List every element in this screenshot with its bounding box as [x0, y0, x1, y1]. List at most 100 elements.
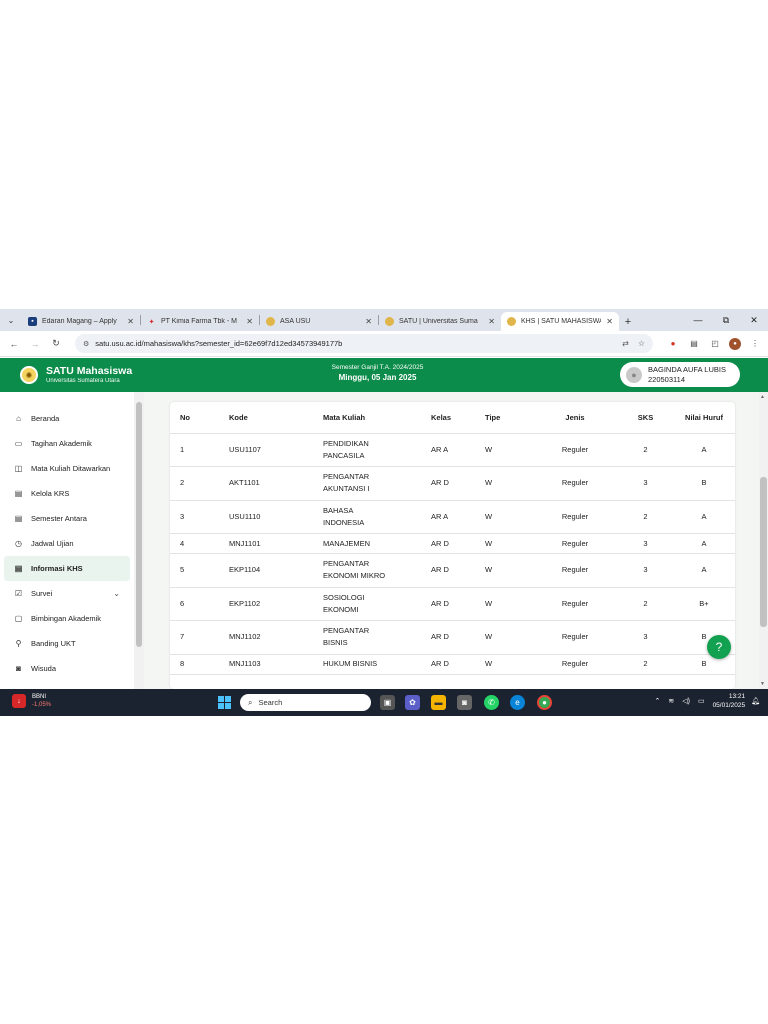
- col-header-sks: SKS: [618, 402, 673, 434]
- cell-kode: MNJ1102: [221, 620, 315, 655]
- sidebar-scrollbar[interactable]: [134, 392, 144, 689]
- cell-sks: 2: [618, 587, 673, 621]
- cell-kelas: AR D: [423, 466, 477, 501]
- page-scrollbar[interactable]: ▲ ▼: [759, 392, 768, 689]
- sidebar-item-wisuda[interactable]: ◙ Wisuda: [0, 656, 130, 681]
- khs-table-body: 1 USU1107 PENDIDIKAN PANCASILA AR A W Reguler 2…: [170, 433, 735, 675]
- extension-icon[interactable]: ●: [666, 337, 680, 351]
- battery-icon[interactable]: ▭: [698, 697, 705, 705]
- cell-kode: USU1110: [221, 500, 315, 534]
- close-tab-icon[interactable]: ✕: [127, 317, 134, 326]
- scroll-down-icon[interactable]: ▼: [760, 681, 765, 687]
- sidebar-item-banding-ukt[interactable]: ⚲ Banding UKT: [0, 631, 130, 656]
- cell-tipe: W: [477, 433, 532, 467]
- browser-tab-4[interactable]: SATU | Universitas Suma ✕: [379, 312, 501, 331]
- browser-tab-1[interactable]: ▪ Edaran Magang – Apply ✕: [22, 312, 140, 331]
- cell-kode: MNJ1101: [221, 533, 315, 554]
- windows-start-icon[interactable]: [218, 696, 231, 709]
- col-header-jenis: Jenis: [532, 402, 618, 434]
- address-bar[interactable]: ⚙ satu.usu.ac.id/mahasiswa/khs?semester_…: [75, 334, 653, 353]
- clock-date: 05/01/2025: [712, 702, 746, 709]
- cell-jenis: Reguler: [532, 587, 618, 621]
- browser-menu-icon[interactable]: ⋮: [748, 337, 762, 351]
- wifi-icon[interactable]: ≋: [668, 697, 674, 705]
- cell-no: 6: [170, 587, 221, 621]
- app-header: ✺ SATU Mahasiswa Universitas Sumatera Ut…: [0, 358, 768, 392]
- copilot-icon[interactable]: ✿: [405, 695, 420, 710]
- minimize-icon[interactable]: —: [684, 309, 712, 331]
- back-arrow-icon[interactable]: ←: [6, 339, 22, 349]
- cell-tipe: W: [477, 654, 532, 675]
- cell-nilai-huruf: B+: [673, 587, 735, 621]
- close-tab-icon[interactable]: ✕: [246, 317, 253, 326]
- current-date: Minggu, 05 Jan 2025: [338, 373, 417, 382]
- reading-list-icon[interactable]: ▤: [687, 337, 701, 351]
- cell-mata-kuliah: PENDIDIKAN PANCASILA: [315, 433, 423, 467]
- new-tab-button[interactable]: +: [619, 312, 637, 331]
- cell-mata-kuliah: PENGANTAR EKONOMI MIKRO: [315, 553, 423, 588]
- browser-tab-2[interactable]: ✦ PT Kimia Farma Tbk - M ✕: [141, 312, 259, 331]
- sidebar-item-beranda[interactable]: ⌂ Beranda: [0, 406, 130, 431]
- main-content: ⌂ Beranda ▭ Tagihan Akademik ◫ Mata Kuliah Di…: [0, 392, 768, 689]
- sidebar-item-kelola-krs[interactable]: ▤ Kelola KRS: [0, 481, 130, 506]
- url-text: satu.usu.ac.id/mahasiswa/khs?semester_id…: [95, 339, 343, 348]
- sidebar-scrollbar-thumb[interactable]: [136, 402, 142, 647]
- course-name-line: PENGANTAR: [323, 626, 370, 636]
- site-info-icon[interactable]: ⚙: [83, 340, 89, 348]
- cell-jenis: Reguler: [532, 533, 618, 554]
- clock[interactable]: 13:21 05/01/2025: [713, 692, 746, 710]
- sidebar-item-informasi-khs[interactable]: ▤ Informasi KHS: [4, 556, 130, 581]
- close-tab-icon[interactable]: ✕: [365, 317, 372, 326]
- home-icon: ⌂: [16, 414, 21, 423]
- course-name-line: BAHASA: [323, 505, 354, 515]
- col-header-kode: Kode: [221, 402, 315, 434]
- window-controls: — ⧉ ✕: [684, 309, 768, 331]
- course-name-line: EKONOMI: [323, 604, 359, 614]
- cell-jenis: Reguler: [532, 553, 618, 588]
- sidebar-item-survei[interactable]: ☑ Survei ⌄: [0, 581, 130, 606]
- cell-nilai-huruf: A: [673, 533, 735, 554]
- user-name: BAGINDA AUFA LUBIS: [648, 364, 726, 374]
- taskbar-search[interactable]: ⌕ Search: [240, 694, 371, 711]
- task-view-icon[interactable]: ▣: [380, 695, 395, 710]
- table-row: 6 EKP1102 SOSIOLOGI EKONOMI AR D W Reguler 2 B+: [170, 587, 735, 621]
- table-header-row: No Kode Mata Kuliah Kelas Tipe Jenis SKS…: [170, 402, 735, 434]
- page-scrollbar-thumb[interactable]: [760, 477, 767, 627]
- file-explorer-icon[interactable]: ▬: [431, 695, 446, 710]
- browser-tab-3[interactable]: ASA USU ✕: [260, 312, 378, 331]
- whatsapp-icon[interactable]: ✆: [484, 695, 499, 710]
- tray-chevron-up-icon[interactable]: ⌃: [654, 697, 660, 705]
- volume-icon[interactable]: ◁): [682, 697, 690, 705]
- sidebar-item-semester-antara[interactable]: ▤ Semester Antara: [0, 506, 130, 531]
- scroll-up-icon[interactable]: ▲: [760, 394, 765, 400]
- profile-avatar[interactable]: ●: [729, 337, 741, 350]
- extensions-puzzle-icon[interactable]: ◰: [708, 337, 722, 351]
- chrome-icon[interactable]: ●: [537, 695, 552, 710]
- close-window-icon[interactable]: ✕: [740, 309, 768, 331]
- reload-icon[interactable]: ↻: [48, 338, 64, 349]
- help-button[interactable]: ?: [707, 635, 731, 659]
- tab-search-chevron-icon[interactable]: ⌄: [0, 309, 22, 331]
- sidebar-item-bimbingan-akademik[interactable]: ▢ Bimbingan Akademik: [0, 606, 130, 631]
- sidebar-item-tagihan-akademik[interactable]: ▭ Tagihan Akademik: [0, 431, 130, 456]
- forward-arrow-icon[interactable]: →: [27, 339, 43, 349]
- usu-icon: [385, 317, 394, 326]
- sidebar-item-mata-kuliah-ditawarkan[interactable]: ◫ Mata Kuliah Ditawarkan: [0, 456, 130, 481]
- camera-icon: ◙: [16, 664, 21, 673]
- chevron-down-icon[interactable]: ⌄: [113, 589, 120, 598]
- translate-icon[interactable]: ⇄: [622, 339, 629, 348]
- bookmark-star-icon[interactable]: ☆: [638, 339, 645, 348]
- cell-kode: AKT1101: [221, 466, 315, 501]
- close-tab-icon[interactable]: ✕: [488, 317, 495, 326]
- table-row: 1 USU1107 PENDIDIKAN PANCASILA AR A W Reguler 2…: [170, 433, 735, 467]
- edge-icon[interactable]: e: [510, 695, 525, 710]
- notification-bell-icon[interactable]: 🔔︎: [751, 697, 760, 705]
- close-tab-icon[interactable]: ✕: [606, 317, 613, 326]
- user-profile-button[interactable]: ● BAGINDA AUFA LUBIS 220503114: [620, 362, 740, 387]
- course-name-line: PENDIDIKAN: [323, 438, 369, 448]
- sidebar-item-jadwal-ujian[interactable]: ◷ Jadwal Ujian: [0, 531, 130, 556]
- stock-widget[interactable]: ↓ BBNI -1,05%: [12, 693, 51, 709]
- browser-tab-5-active[interactable]: KHS | SATU MAHASISWA ✕: [501, 312, 619, 331]
- restore-icon[interactable]: ⧉: [712, 309, 740, 331]
- camera-icon[interactable]: ◙: [457, 695, 472, 710]
